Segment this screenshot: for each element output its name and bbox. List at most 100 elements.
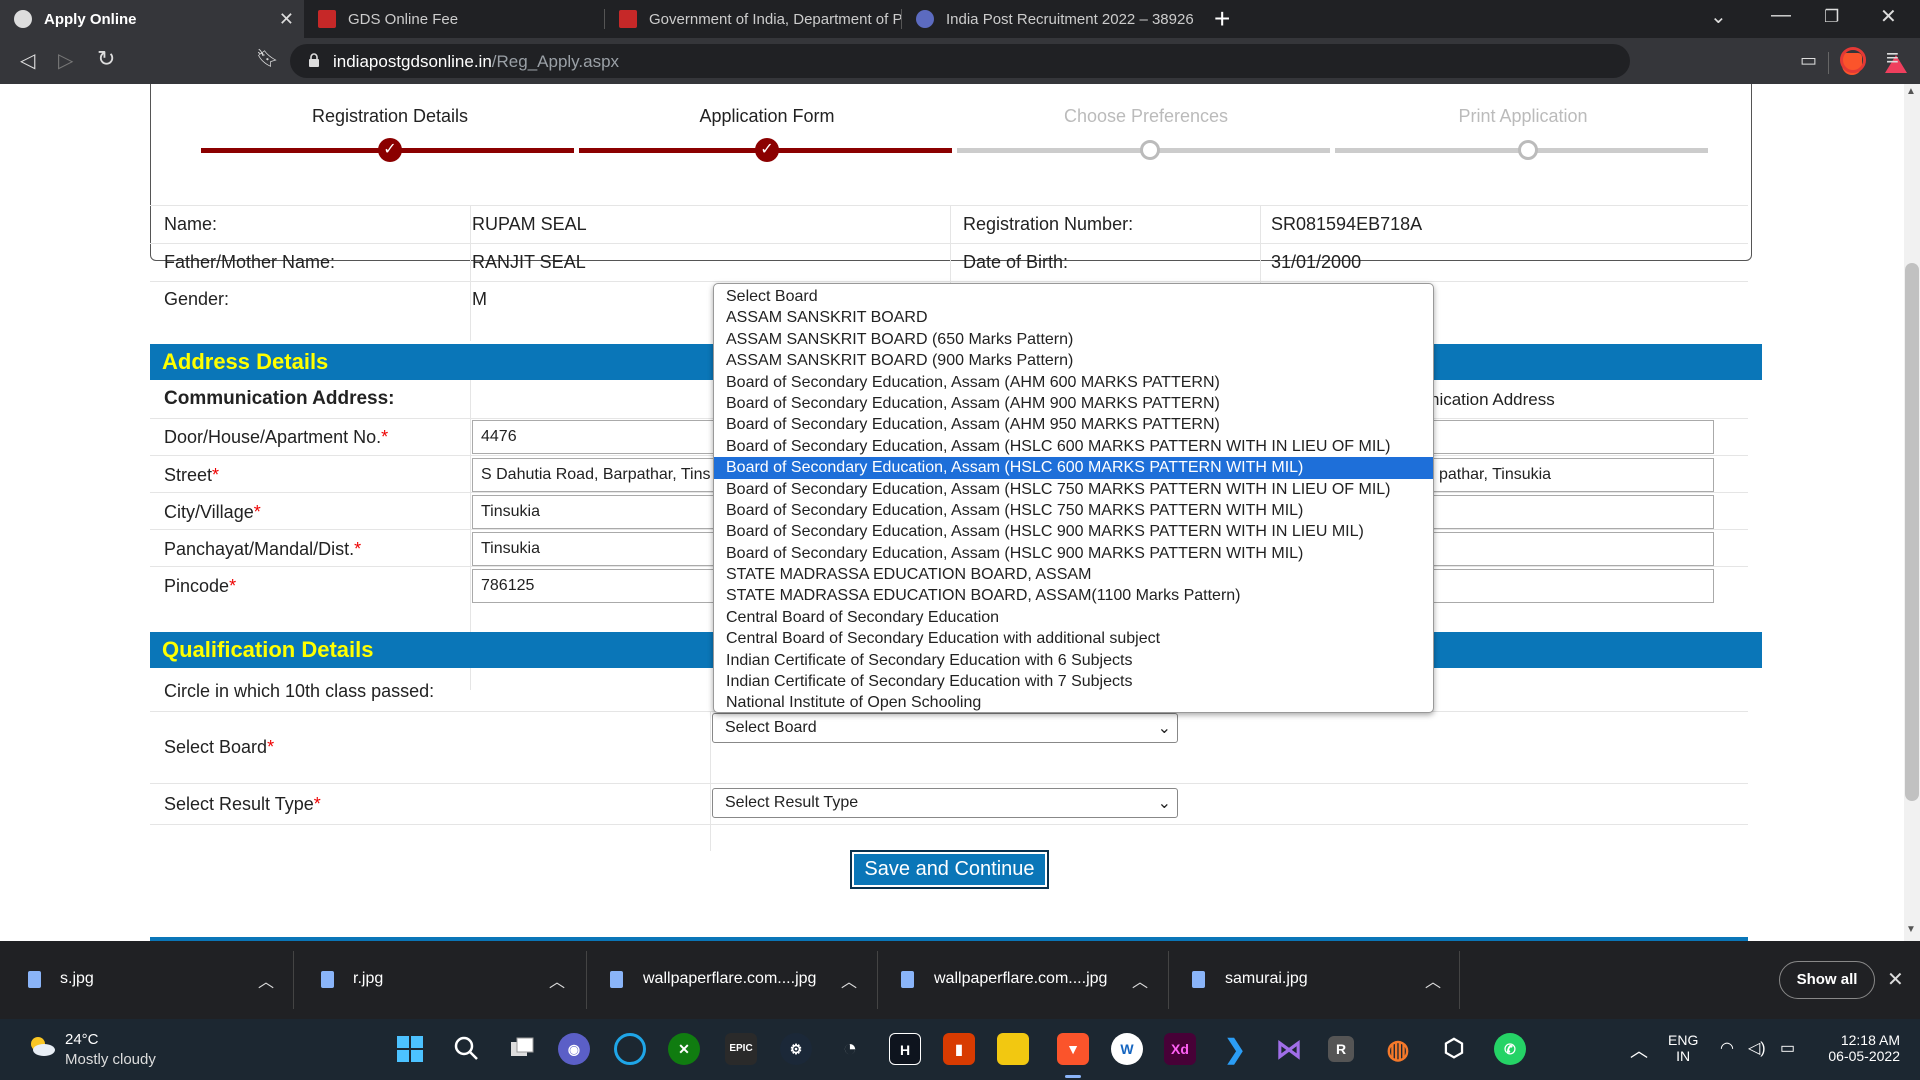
download-item[interactable]: s.jpg ︿ <box>0 941 293 1019</box>
url-text[interactable]: indiapostgdsonline.in/Reg_Apply.aspx <box>333 52 619 72</box>
reload-icon[interactable]: ↻ <box>97 46 115 72</box>
result-type-select[interactable]: Select Result Type ⌄ <box>712 788 1178 818</box>
search-icon[interactable] <box>450 1033 482 1065</box>
board-option[interactable]: Board of Secondary Education, Assam (AHM… <box>714 414 1433 435</box>
whatsapp-icon[interactable]: ✆ <box>1494 1033 1526 1065</box>
board-option[interactable]: Indian Certificate of Secondary Educatio… <box>714 671 1433 692</box>
board-option[interactable]: Board of Secondary Education, Assam (HSL… <box>714 436 1433 457</box>
clock[interactable]: 12:18 AM 06-05-2022 <box>1816 1032 1900 1064</box>
pincode-input[interactable]: 786125 <box>472 569 722 603</box>
scrollbar-thumb[interactable] <box>1905 263 1919 801</box>
download-item[interactable]: samurai.jpg ︿ <box>1168 941 1459 1019</box>
board-option[interactable]: ASSAM SANSKRIT BOARD <box>714 307 1433 328</box>
volume-icon[interactable]: ◁) <box>1748 1038 1766 1058</box>
scroll-down-icon[interactable]: ▼ <box>1906 924 1916 935</box>
board-option[interactable]: Central Board of Secondary Education <box>714 607 1433 628</box>
permanent-pincode-input[interactable] <box>1430 569 1714 603</box>
word-icon[interactable]: W <box>1111 1033 1143 1065</box>
board-option[interactable]: STATE MADRASSA EDUCATION BOARD, ASSAM <box>714 564 1433 585</box>
download-item[interactable]: wallpaperflare.com....jpg ︿ <box>586 941 877 1019</box>
minimize-icon[interactable]: — <box>1771 4 1791 27</box>
board-option[interactable]: National Institute of Open Schooling <box>714 692 1433 712</box>
board-option[interactable]: Board of Secondary Education, Assam (HSL… <box>714 500 1433 521</box>
close-tab-icon[interactable]: ✕ <box>279 9 294 30</box>
board-dropdown-list[interactable]: Select Board ASSAM SANSKRIT BOARD ASSAM SA… <box>713 283 1434 713</box>
save-and-continue-button[interactable]: Save and Continue <box>850 850 1049 889</box>
board-option[interactable]: Board of Secondary Education, Assam (AHM… <box>714 372 1433 393</box>
chevron-up-icon[interactable]: ︿ <box>841 968 857 992</box>
board-option[interactable]: ASSAM SANSKRIT BOARD (650 Marks Pattern) <box>714 329 1433 350</box>
door-input[interactable]: 4476 <box>472 420 722 454</box>
restore-icon[interactable]: ❐ <box>1824 7 1839 27</box>
permanent-city-input[interactable] <box>1430 495 1714 529</box>
scroll-up-icon[interactable]: ▲ <box>1906 86 1916 97</box>
visual-studio-icon[interactable]: ⋈ <box>1273 1033 1305 1065</box>
partly-cloudy-icon[interactable] <box>26 1035 56 1057</box>
steam-icon[interactable]: ⚙ <box>780 1033 812 1065</box>
back-icon[interactable]: ◁ <box>20 48 35 73</box>
download-item[interactable]: wallpaperflare.com....jpg ︿ <box>877 941 1168 1019</box>
board-option[interactable]: Indian Certificate of Secondary Educatio… <box>714 650 1433 671</box>
tab-search-chevron-icon[interactable]: ⌄ <box>1710 4 1727 29</box>
wifi-icon[interactable]: ◠ <box>1720 1038 1734 1058</box>
blender-icon[interactable]: ◍ <box>1382 1033 1414 1065</box>
board-option[interactable]: Central Board of Secondary Education wit… <box>714 628 1433 649</box>
show-all-button[interactable]: Show all <box>1779 961 1875 999</box>
permanent-district-input[interactable] <box>1430 532 1714 566</box>
board-option[interactable]: STATE MADRASSA EDUCATION BOARD, ASSAM(11… <box>714 585 1433 606</box>
windows-start-icon[interactable] <box>394 1033 426 1065</box>
board-option[interactable]: Board of Secondary Education, Assam (HSL… <box>714 521 1433 542</box>
city-input[interactable]: Tinsukia <box>472 495 722 529</box>
vscode-icon[interactable]: ❯ <box>1219 1033 1251 1065</box>
unity-icon[interactable]: ⬡ <box>1438 1033 1470 1065</box>
tab-apply-online[interactable]: Apply Online ✕ <box>0 0 304 38</box>
district-input[interactable]: Tinsukia <box>472 532 722 566</box>
menu-icon[interactable]: ≡ <box>1886 45 1899 71</box>
new-tab-icon[interactable]: + <box>1214 3 1230 35</box>
office-icon[interactable]: ▮ <box>943 1033 975 1065</box>
teams-chat-icon[interactable]: ◉ <box>558 1033 590 1065</box>
weather-temperature[interactable]: 24°C <box>65 1031 99 1048</box>
tab-india-post-recruitment[interactable]: India Post Recruitment 2022 – 38926 G <box>902 0 1198 38</box>
weather-description[interactable]: Mostly cloudy <box>65 1051 156 1068</box>
grid-line <box>710 711 711 851</box>
chevron-up-icon[interactable]: ︿ <box>549 968 565 992</box>
unreal-launcher-icon[interactable]: ◔ <box>834 1033 866 1065</box>
cortana-icon[interactable] <box>614 1033 646 1065</box>
bookmark-icon[interactable]: 🔖︎ <box>256 48 279 69</box>
epic-games-icon[interactable]: EPIC <box>725 1033 757 1065</box>
chevron-up-icon[interactable]: ︿ <box>1425 968 1441 992</box>
battery-icon[interactable]: ▭ <box>1780 1038 1795 1058</box>
forward-icon[interactable]: ▷ <box>58 48 73 73</box>
adobe-xd-icon[interactable]: Xd <box>1164 1033 1196 1065</box>
task-view-icon[interactable] <box>506 1033 538 1065</box>
tab-government-of-india[interactable]: Government of India, Department of P <box>605 0 901 38</box>
chevron-up-icon[interactable]: ︿ <box>258 968 274 992</box>
board-option[interactable]: Board of Secondary Education, Assam (HSL… <box>714 543 1433 564</box>
permanent-street-input[interactable]: pathar, Tinsukia <box>1430 458 1714 492</box>
board-option[interactable]: Board of Secondary Education, Assam (HSL… <box>714 457 1433 479</box>
board-option[interactable]: ASSAM SANSKRIT BOARD (900 Marks Pattern) <box>714 350 1433 371</box>
close-downloads-icon[interactable]: ✕ <box>1887 967 1904 992</box>
board-option[interactable]: Board of Secondary Education, Assam (AHM… <box>714 393 1433 414</box>
address-bar[interactable]: indiapostgdsonline.in/Reg_Apply.aspx <box>290 44 1907 78</box>
street-input[interactable]: S Dahutia Road, Barpathar, Tins <box>472 458 722 492</box>
file-explorer-icon[interactable] <box>997 1033 1029 1065</box>
board-option[interactable]: Board of Secondary Education, Assam (HSL… <box>714 479 1433 500</box>
chevron-up-icon[interactable]: ︿ <box>1132 968 1148 992</box>
grammarly-extension-icon[interactable] <box>1840 47 1866 73</box>
xbox-icon[interactable]: ✕ <box>668 1033 700 1065</box>
permanent-door-input[interactable] <box>1430 420 1714 454</box>
board-option[interactable]: Select Board <box>714 286 1433 307</box>
r-icon[interactable]: R <box>1328 1036 1354 1062</box>
site-icon <box>916 10 934 28</box>
language-indicator[interactable]: ENG IN <box>1668 1032 1698 1064</box>
hackerrank-icon[interactable]: H <box>889 1033 921 1065</box>
brave-browser-icon[interactable]: ▼ <box>1057 1033 1089 1065</box>
close-window-icon[interactable]: ✕ <box>1880 4 1897 29</box>
board-select[interactable]: Select Board ⌄ <box>712 713 1178 743</box>
tab-gds-online-fee[interactable]: GDS Online Fee <box>304 0 604 38</box>
show-hidden-icons-icon[interactable]: ︿ <box>1630 1037 1648 1063</box>
download-item[interactable]: r.jpg ︿ <box>293 941 586 1019</box>
wallet-icon[interactable]: ▭ <box>1800 50 1817 71</box>
